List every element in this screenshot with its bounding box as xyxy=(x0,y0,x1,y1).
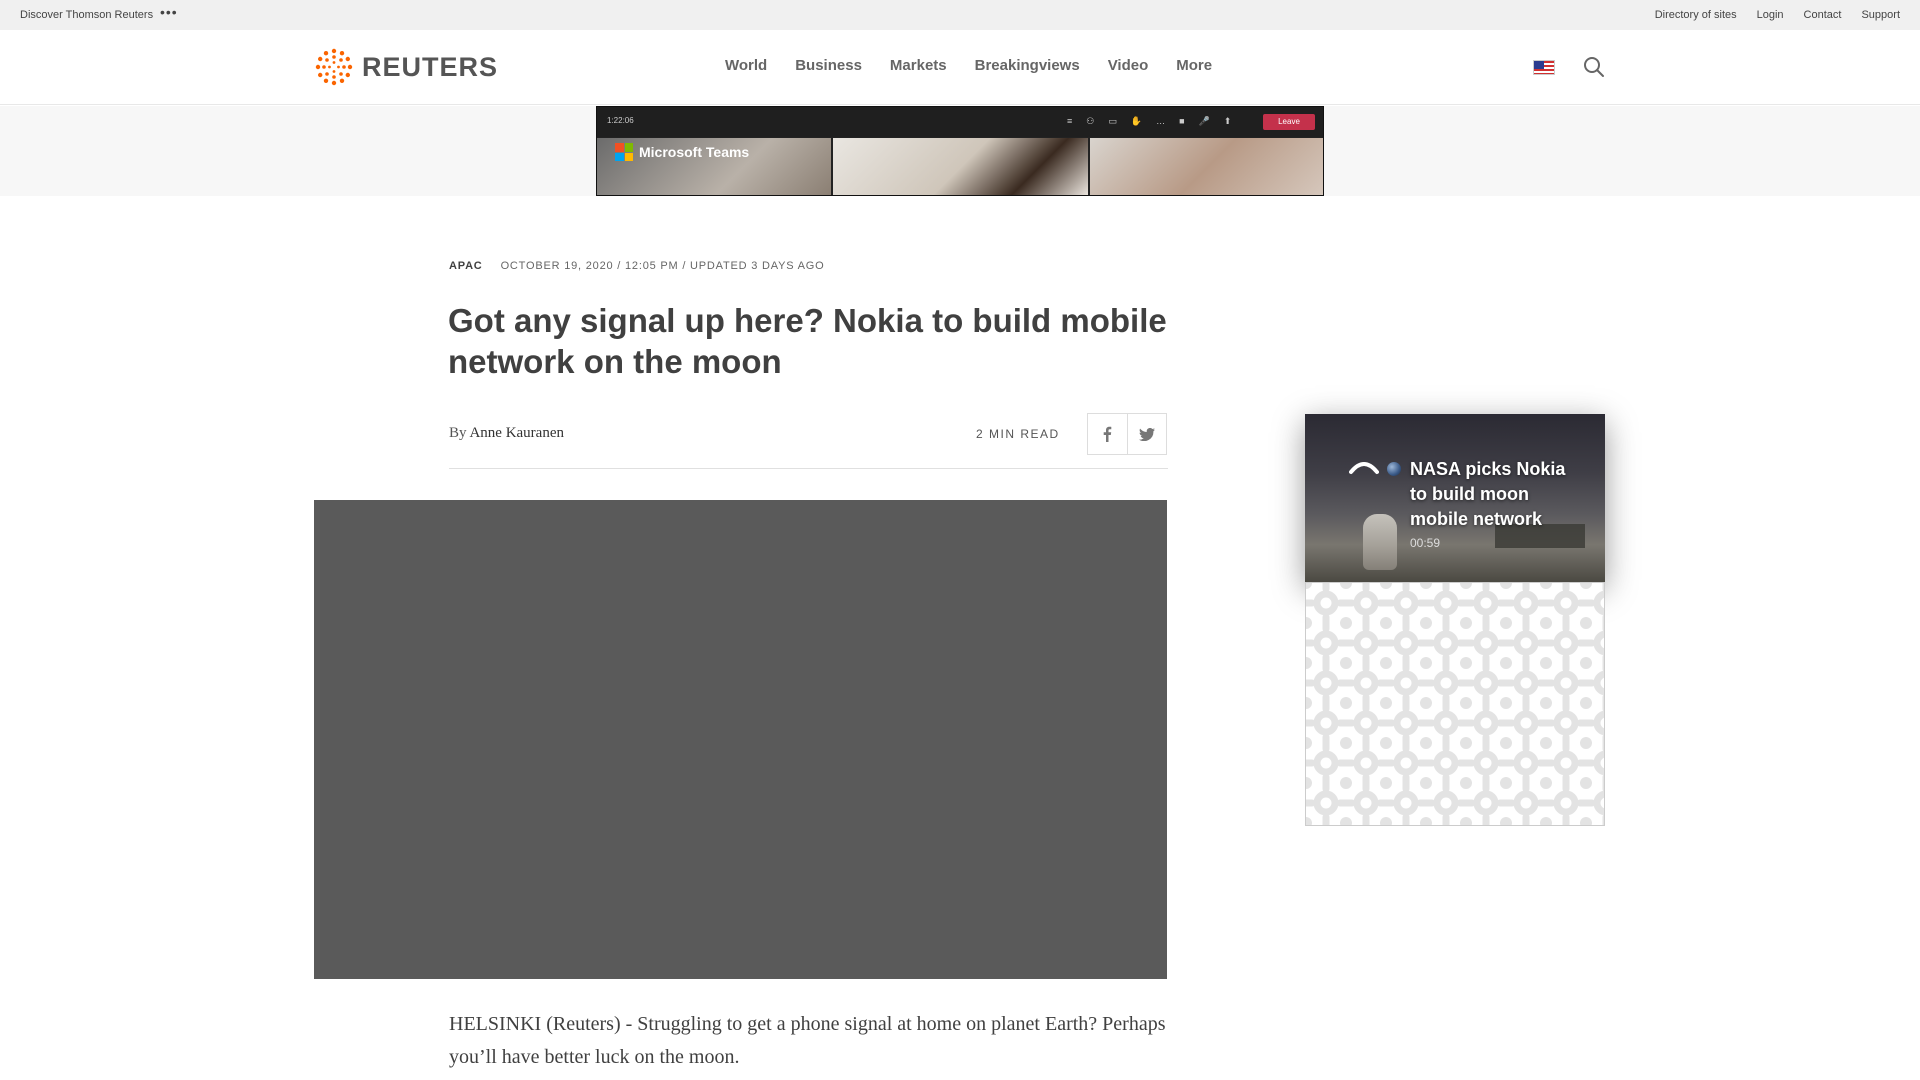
read-time: 2 MIN READ xyxy=(976,427,1060,441)
ad-call-time: 1:22:06 xyxy=(607,116,634,125)
ad-call-controls: ≡ ⚇ ▭ ✋ … ■ 🎤 ⬆ xyxy=(1067,116,1231,127)
ad-pattern xyxy=(1306,583,1604,825)
reuters-logo[interactable]: REUTERS xyxy=(314,47,498,87)
directory-of-sites-link[interactable]: Directory of sites xyxy=(1655,9,1737,21)
us-flag-icon[interactable] xyxy=(1533,60,1555,75)
facebook-share-button[interactable] xyxy=(1088,414,1128,454)
teams-ad[interactable]: 1:22:06 ≡ ⚇ ▭ ✋ … ■ 🎤 ⬆ Leave Microsoft … xyxy=(596,106,1324,196)
ad-control-icon: ⬆ xyxy=(1223,116,1232,126)
author-link[interactable]: Anne Kauranen xyxy=(469,425,564,441)
search-icon[interactable] xyxy=(1583,56,1605,78)
microsoft-logo-icon xyxy=(615,143,633,161)
byline-prefix: By xyxy=(449,425,467,441)
nav-markets[interactable]: Markets xyxy=(890,57,947,74)
nav-world[interactable]: World xyxy=(725,57,767,74)
byline-row: By Anne Kauranen 2 MIN READ xyxy=(449,413,1168,469)
twitter-icon xyxy=(1138,427,1155,441)
related-video-title: NASA picks Nokia to build moon mobile ne… xyxy=(1410,459,1566,529)
nav-more[interactable]: More xyxy=(1176,57,1212,74)
facebook-icon xyxy=(1103,426,1112,442)
ad-control-icon: ⚇ xyxy=(1086,116,1095,126)
site-header: REUTERS World Business Markets Breakingv… xyxy=(0,30,1920,105)
nav-video[interactable]: Video xyxy=(1108,57,1149,74)
section-link[interactable]: APAC xyxy=(449,260,483,272)
contact-link[interactable]: Contact xyxy=(1804,9,1842,21)
ad-video-tile xyxy=(833,138,1088,195)
ad-brand: Microsoft Teams xyxy=(615,143,749,161)
share-buttons xyxy=(1087,413,1167,455)
related-video-duration: 00:59 xyxy=(1410,536,1441,550)
article-headline: Got any signal up here? Nokia to build m… xyxy=(448,302,1167,380)
ad-control-icon: 🎤 xyxy=(1198,116,1210,126)
logo-wordmark: REUTERS xyxy=(362,51,499,82)
earth-icon xyxy=(1387,462,1401,476)
reuters-logo-mark-icon xyxy=(315,48,353,86)
support-link[interactable]: Support xyxy=(1861,9,1900,21)
ad-banner-area: 1:22:06 ≡ ⚇ ▭ ✋ … ■ 🎤 ⬆ Leave Microsoft … xyxy=(0,106,1920,196)
ad-leave-button: Leave xyxy=(1263,114,1315,130)
article-meta: APAC OCTOBER 19, 2020 / 12:05 PM / UPDAT… xyxy=(449,260,824,272)
main-nav: World Business Markets Breakingviews Vid… xyxy=(725,57,1212,74)
dateline: OCTOBER 19, 2020 / 12:05 PM / UPDATED 3 … xyxy=(500,260,825,272)
article-body-paragraph: HELSINKI (Reuters) - Struggling to get a… xyxy=(449,1013,1166,1068)
login-link[interactable]: Login xyxy=(1757,9,1784,21)
nav-breakingviews[interactable]: Breakingviews xyxy=(975,57,1080,74)
discover-thomson-reuters-link[interactable]: Discover Thomson Reuters xyxy=(20,9,153,21)
ad-call-toolbar: 1:22:06 ≡ ⚇ ▭ ✋ … ■ 🎤 ⬆ Leave xyxy=(597,107,1323,137)
ad-control-icon: ✋ xyxy=(1130,116,1143,126)
ad-control-icon: … xyxy=(1156,116,1166,126)
phone-icon xyxy=(1349,462,1379,474)
ad-control-icon: ■ xyxy=(1179,116,1185,126)
ad-control-icon: ≡ xyxy=(1067,116,1073,126)
more-dots-icon[interactable]: ••• xyxy=(160,4,178,20)
byline: By Anne Kauranen xyxy=(449,425,564,442)
flag-canton xyxy=(1534,61,1544,69)
nav-business[interactable]: Business xyxy=(795,57,862,74)
rail-ad-placeholder xyxy=(1305,582,1605,826)
related-video-card[interactable]: NASA picks Nokia to build moon mobile ne… xyxy=(1305,414,1605,582)
astronaut-thumbnail xyxy=(1363,514,1397,570)
utility-bar: Discover Thomson Reuters ••• Directory o… xyxy=(0,0,1920,30)
ad-video-tile xyxy=(1090,138,1323,195)
ad-control-icon: ▭ xyxy=(1108,116,1117,126)
twitter-share-button[interactable] xyxy=(1128,414,1167,454)
article-video-player[interactable] xyxy=(314,500,1167,979)
utility-links: Directory of sites Login Contact Support xyxy=(1655,9,1900,21)
ad-brand-name: Microsoft Teams xyxy=(639,144,750,160)
